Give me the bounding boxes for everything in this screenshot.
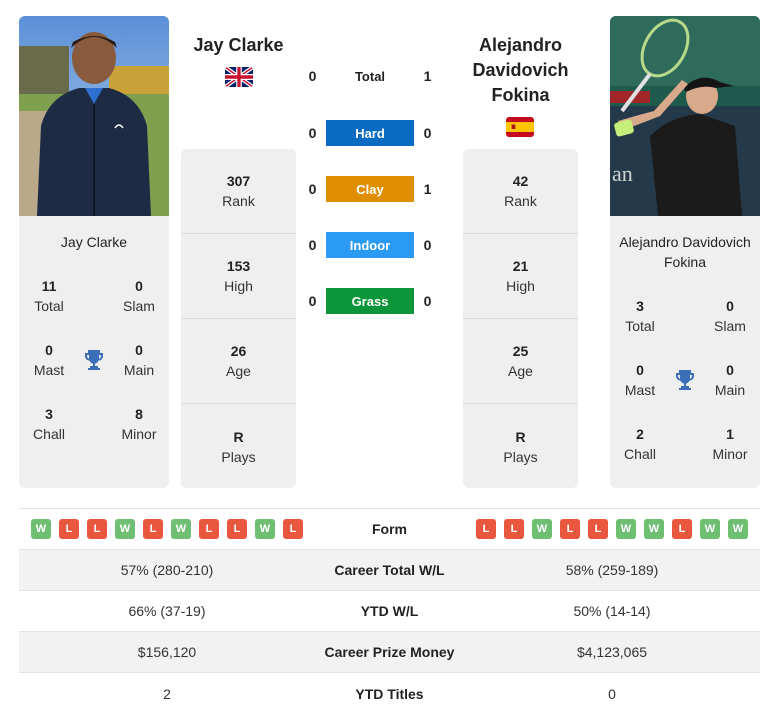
player-right-titles-card: Alejandro Davidovich Fokina 3 Total 0 Slam… [610, 216, 760, 488]
h2h-row-hard: 0 Hard 0 [300, 120, 440, 146]
uk-flag-icon [225, 67, 253, 87]
form-win-badge[interactable]: W [255, 519, 275, 539]
spain-flag-icon [506, 117, 534, 137]
svg-text:an: an [612, 161, 633, 186]
form-loss-badge[interactable]: L [672, 519, 692, 539]
titles-mast: 0 Mast [33, 342, 65, 378]
form-win-badge[interactable]: W [700, 519, 720, 539]
titles-chall: 2 Chall [624, 426, 656, 462]
titles-main: 0 Main [123, 342, 155, 378]
surface-hard-badge[interactable]: Hard [326, 120, 414, 146]
form-loss-badge[interactable]: L [87, 519, 107, 539]
stat-age: 26 Age [181, 319, 296, 404]
titles-minor: 1 Minor [712, 426, 748, 462]
form-win-badge[interactable]: W [616, 519, 636, 539]
form-loss-badge[interactable]: L [59, 519, 79, 539]
player-right-name-small[interactable]: Alejandro Davidovich Fokina [610, 216, 760, 272]
form-loss-badge[interactable]: L [476, 519, 496, 539]
titles-mast: 0 Mast [624, 362, 656, 398]
player-left-titles-card: Jay Clarke 11 Total 0 Slam 0 Mast 0 Main 3 Ch… [19, 216, 169, 488]
form-win-badge[interactable]: W [115, 519, 135, 539]
stat-age: 25 Age [463, 319, 578, 404]
h2h-row-total: 0 Total 1 [308, 68, 432, 84]
titles-main: 0 Main [714, 362, 746, 398]
form-loss-badge[interactable]: L [143, 519, 163, 539]
surface-indoor-badge[interactable]: Indoor [326, 232, 414, 258]
form-label: Form [372, 521, 407, 537]
player-left-name-small[interactable]: Jay Clarke [19, 216, 169, 252]
titles-minor: 8 Minor [121, 406, 157, 442]
stat-plays: R Plays [221, 428, 256, 465]
player-right-photo[interactable]: an [610, 16, 760, 216]
h2h-row-grass: 0 Grass 0 [300, 288, 440, 314]
form-loss-badge[interactable]: L [504, 519, 524, 539]
titles-chall: 3 Chall [33, 406, 65, 442]
trophy-icon [79, 340, 109, 380]
form-win-badge[interactable]: W [532, 519, 552, 539]
player-right-form: LLWLLWWLWW [464, 519, 760, 539]
player-left-photo[interactable] [19, 16, 169, 216]
stat-high: 153 High [181, 234, 296, 319]
table-row: 57% (280-210) Career Total W/L 58% (259-… [19, 550, 760, 591]
comparison-table: WLLWLWLLWL Form LLWLLWWLWW 57% (280-210)… [19, 508, 760, 714]
titles-total: 3 Total [625, 298, 655, 334]
stat-plays: R Plays [503, 428, 538, 465]
h2h-row-indoor: 0 Indoor 0 [300, 232, 440, 258]
player-right-name[interactable]: Alejandro Davidovich Fokina [463, 33, 578, 108]
form-win-badge[interactable]: W [171, 519, 191, 539]
stat-rank: 42 Rank [463, 149, 578, 234]
stat-high: 21 High [463, 234, 578, 319]
player-left-stats: 307 Rank 153 High 26 Age R Plays [181, 149, 296, 488]
form-win-badge[interactable]: W [31, 519, 51, 539]
table-row: $156,120 Career Prize Money $4,123,065 [19, 632, 760, 673]
trophy-icon [670, 360, 700, 400]
form-win-badge[interactable]: W [644, 519, 664, 539]
titles-total: 11 Total [34, 278, 64, 314]
form-loss-badge[interactable]: L [227, 519, 247, 539]
stat-rank: 307 Rank [181, 149, 296, 234]
player-left-form: WLLWLWLLWL [19, 519, 315, 539]
table-row: 66% (37-19) YTD W/L 50% (14-14) [19, 591, 760, 632]
titles-slam: 0 Slam [714, 298, 746, 334]
form-loss-badge[interactable]: L [283, 519, 303, 539]
form-loss-badge[interactable]: L [199, 519, 219, 539]
form-win-badge[interactable]: W [728, 519, 748, 539]
player-left-name[interactable]: Jay Clarke [181, 33, 296, 58]
form-loss-badge[interactable]: L [560, 519, 580, 539]
surface-grass-badge[interactable]: Grass [326, 288, 414, 314]
form-loss-badge[interactable]: L [588, 519, 608, 539]
form-row: WLLWLWLLWL Form LLWLLWWLWW [19, 509, 760, 550]
table-row: 2 YTD Titles 0 [163, 685, 616, 702]
surface-clay-badge[interactable]: Clay [326, 176, 414, 202]
player-right-stats: 42 Rank 21 High 25 Age R Plays [463, 149, 578, 488]
h2h-row-clay: 0 Clay 1 [300, 176, 440, 202]
titles-slam: 0 Slam [123, 278, 155, 314]
